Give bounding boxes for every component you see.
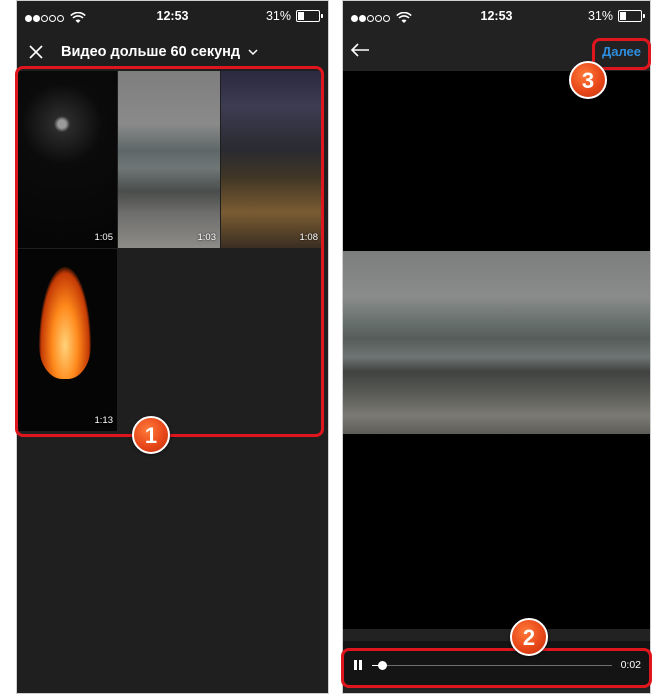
battery-icon xyxy=(618,10,645,22)
callout-badge-2: 2 xyxy=(510,618,548,656)
close-icon[interactable] xyxy=(27,43,45,61)
status-bar: 12:53 31% xyxy=(17,1,328,33)
video-frame xyxy=(343,251,650,434)
chevron-down-icon xyxy=(248,49,258,55)
preview-screen: 12:53 31% Далее 0:02 xyxy=(342,0,651,694)
highlight-frame-video-grid xyxy=(15,66,324,437)
battery-percent: 31% xyxy=(587,9,613,23)
album-selector[interactable]: Видео дольше 60 секунд xyxy=(61,44,258,60)
callout-badge-3: 3 xyxy=(569,61,607,99)
battery-percent: 31% xyxy=(265,9,291,23)
arrow-left-icon[interactable] xyxy=(349,41,371,59)
highlight-frame-controls xyxy=(341,648,652,688)
battery-icon xyxy=(296,10,323,22)
video-preview[interactable] xyxy=(343,71,650,629)
callout-badge-1: 1 xyxy=(132,416,170,454)
status-bar: 12:53 31% xyxy=(343,1,650,33)
album-title: Видео дольше 60 секунд xyxy=(61,44,241,60)
